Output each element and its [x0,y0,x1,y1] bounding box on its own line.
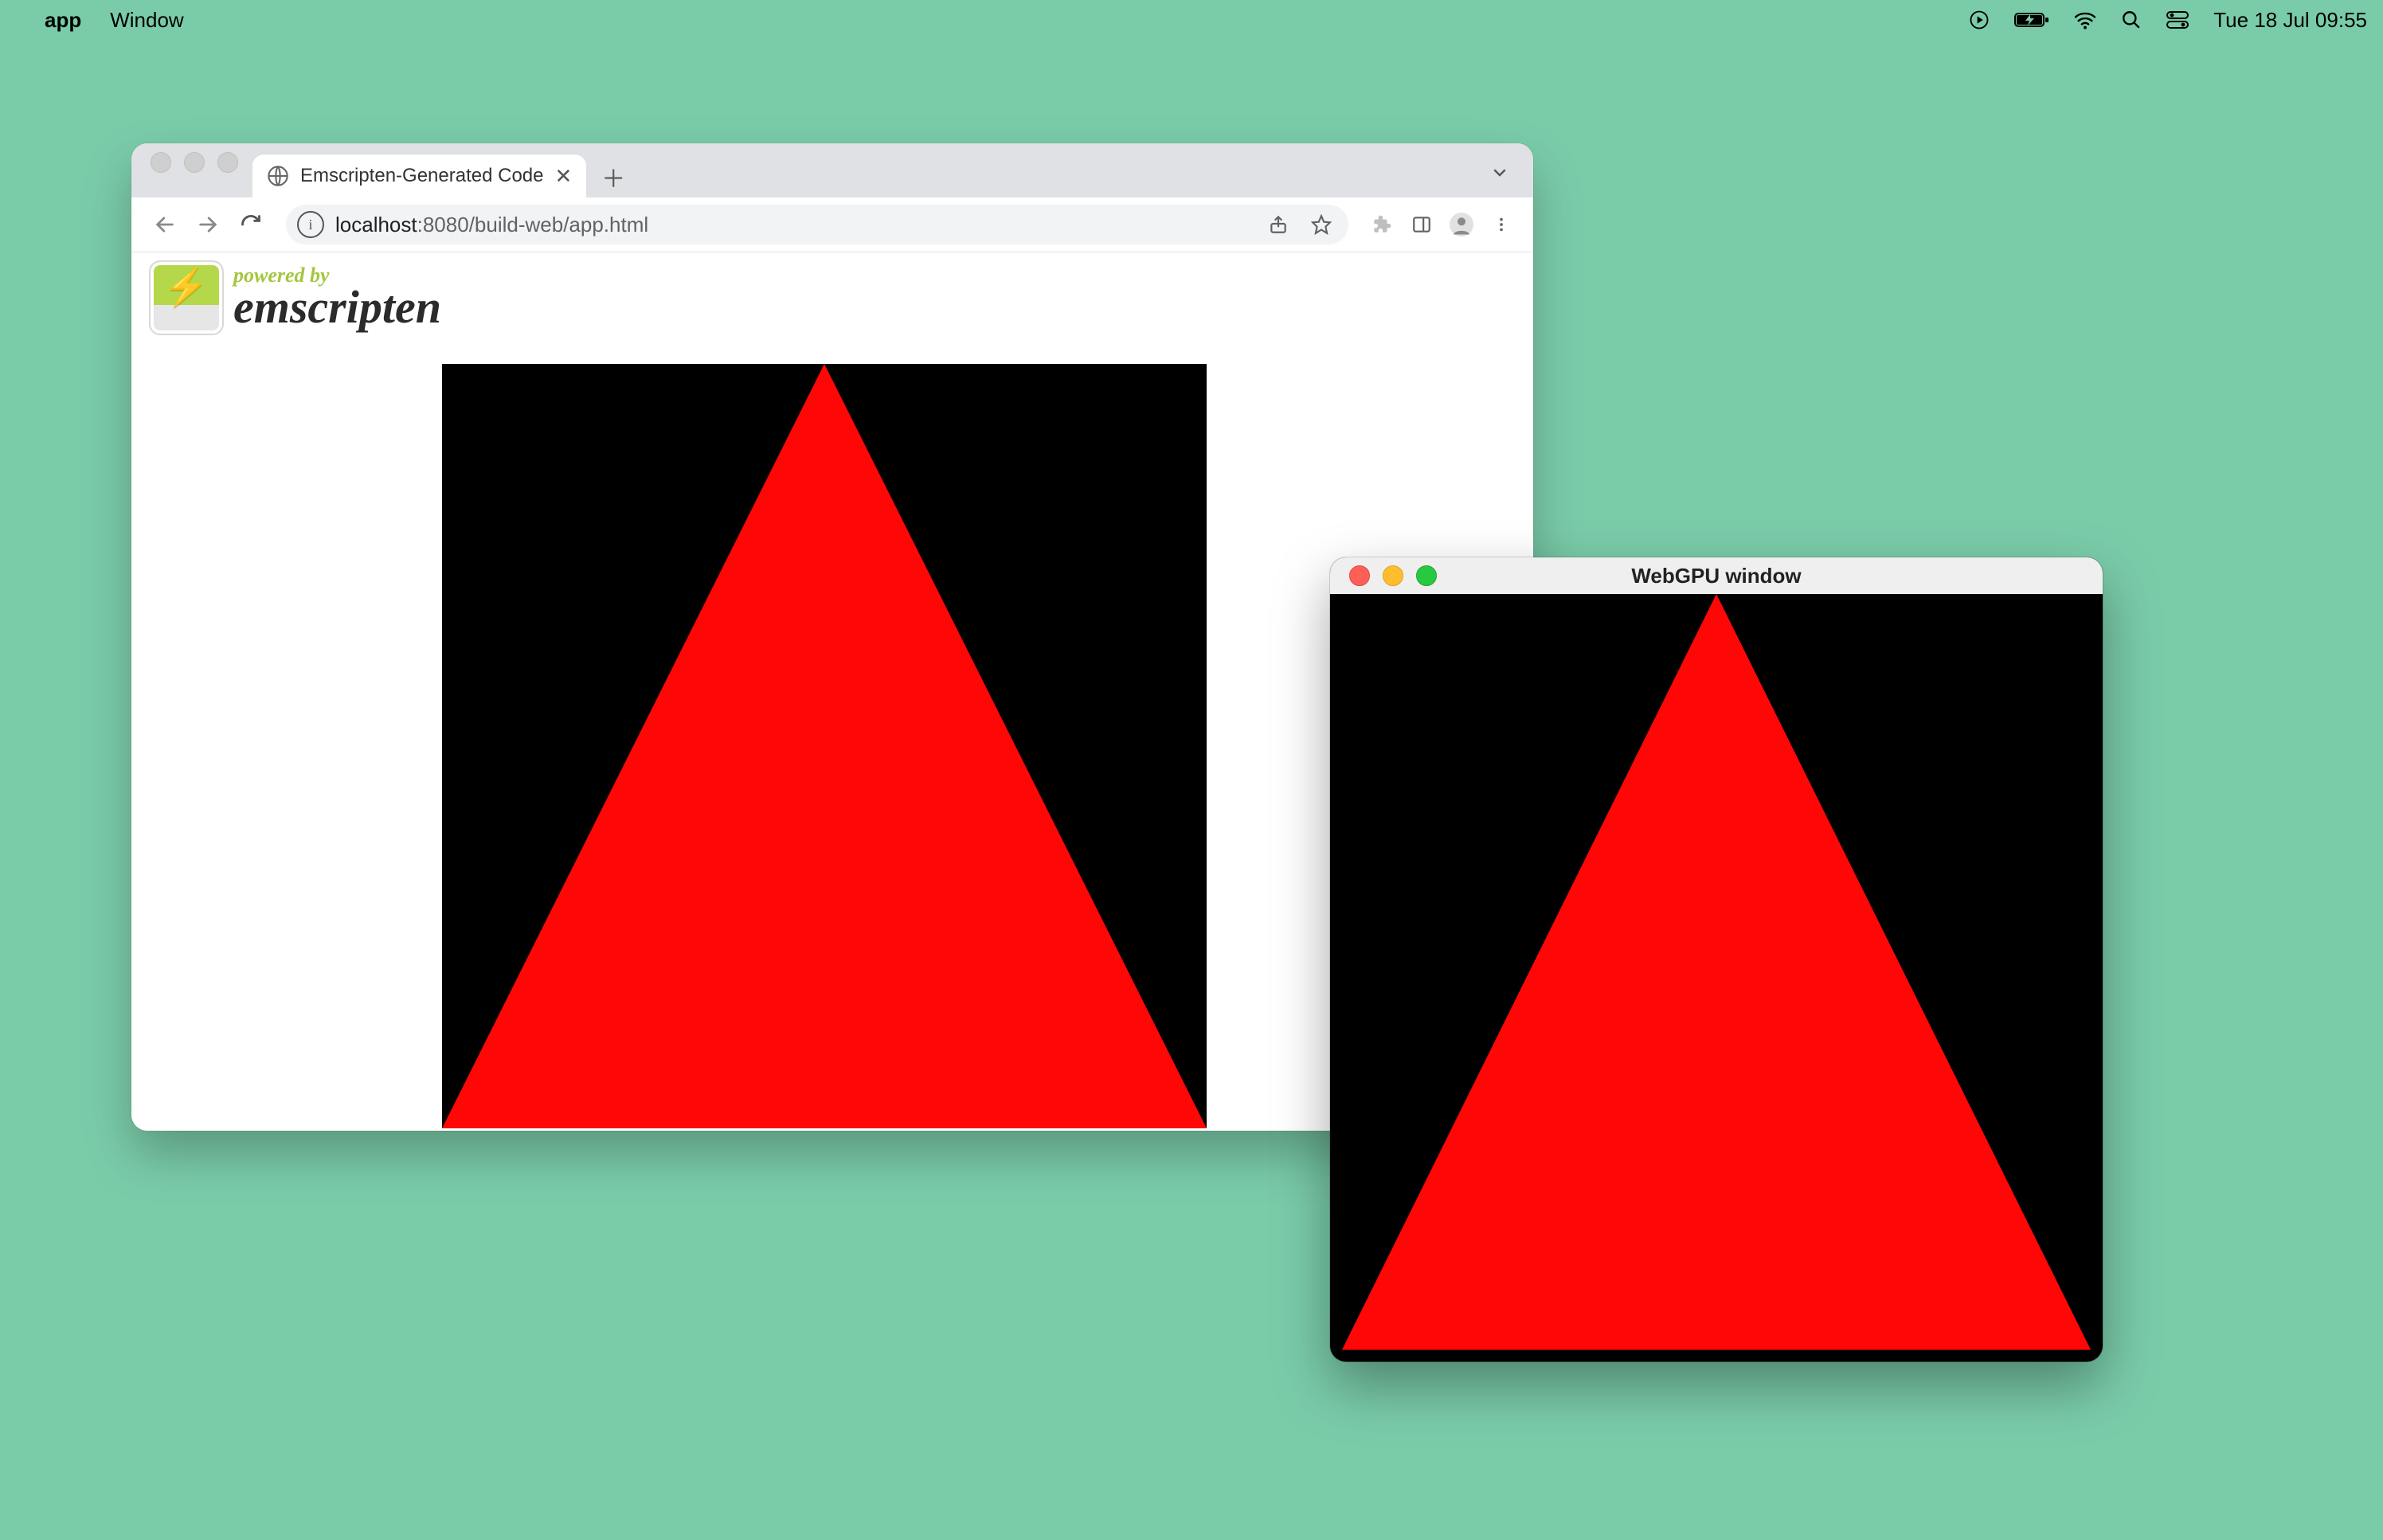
spotlight-icon[interactable] [2121,10,2142,30]
profile-icon[interactable] [1446,209,1477,240]
tabs-overflow-icon[interactable] [1490,163,1509,186]
share-icon[interactable] [1262,209,1294,240]
wifi-icon[interactable] [2073,10,2097,29]
native-titlebar[interactable]: WebGPU window [1330,557,2103,594]
tab-close-icon[interactable]: ✕ [554,164,572,189]
screen-record-icon[interactable] [1968,9,1990,31]
tab-title: Emscripten-Generated Code [300,165,543,187]
menubar-clock[interactable]: Tue 18 Jul 09:55 [2213,8,2367,33]
bookmark-star-icon[interactable] [1305,209,1337,240]
red-triangle-icon [1342,594,2091,1350]
window-controls-inactive[interactable] [139,143,249,197]
extensions-icon[interactable] [1366,209,1398,240]
native-window: WebGPU window [1330,557,2103,1362]
new-tab-button[interactable]: ＋ [597,161,629,193]
close-traffic-light-icon[interactable] [151,152,171,173]
minimize-traffic-light-icon[interactable] [184,152,205,173]
chrome-window: Emscripten-Generated Code ✕ ＋ i localhos… [131,143,1533,1131]
reload-button[interactable] [233,207,268,242]
url-text: localhost:8080/build-web/app.html [335,213,648,237]
address-bar[interactable]: i localhost:8080/build-web/app.html [286,205,1348,244]
chrome-toolbar: i localhost:8080/build-web/app.html [131,197,1533,252]
control-center-icon[interactable] [2166,10,2189,29]
page-content: ⚡ powered by emscripten [131,252,1533,1131]
menu-window[interactable]: Window [110,8,183,33]
emscripten-badge: ⚡ powered by emscripten [149,260,441,335]
chrome-tabbar: Emscripten-Generated Code ✕ ＋ [131,143,1533,197]
emscripten-name: emscripten [233,284,441,330]
emscripten-logo-icon: ⚡ [149,260,224,335]
web-canvas[interactable] [442,364,1207,1128]
kebab-menu-icon[interactable] [1485,209,1517,240]
menu-app[interactable]: app [45,8,81,33]
back-button[interactable] [147,207,182,242]
native-window-title: WebGPU window [1330,564,2103,588]
zoom-traffic-light-icon[interactable] [217,152,238,173]
battery-icon[interactable] [2014,10,2049,29]
forward-button[interactable] [190,207,225,242]
macos-menubar: app Window Tue 18 Jul 09:55 [0,0,2383,40]
native-canvas[interactable] [1342,594,2091,1350]
globe-icon [267,165,289,187]
red-triangle-icon [442,364,1207,1128]
browser-tab[interactable]: Emscripten-Generated Code ✕ [252,154,586,197]
sidepanel-icon[interactable] [1406,209,1438,240]
site-info-icon[interactable]: i [297,211,324,238]
